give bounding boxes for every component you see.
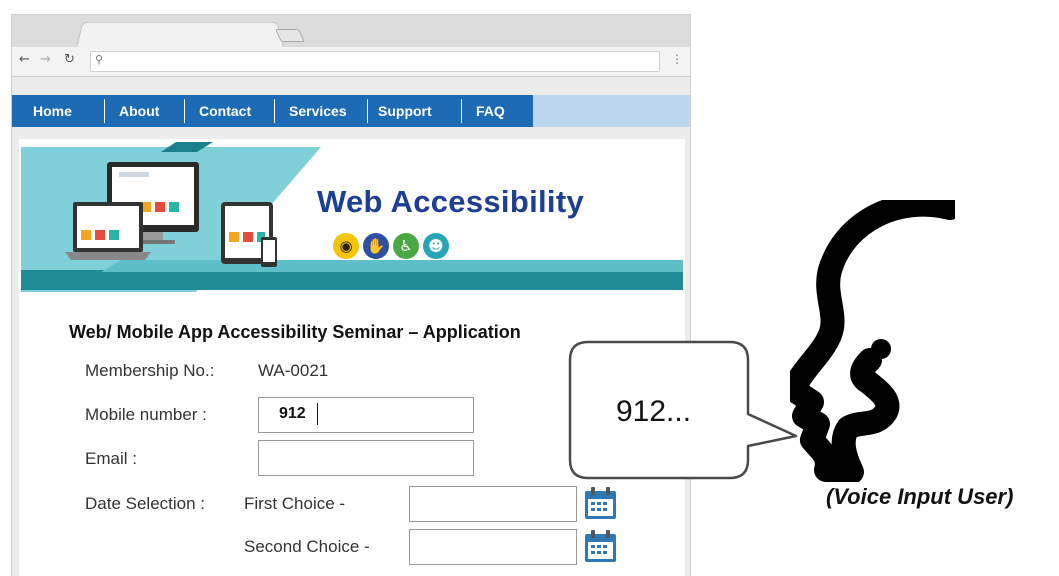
menu-dots-icon[interactable]: ⋮ — [671, 52, 683, 66]
nav-divider — [274, 99, 275, 123]
browser-tab[interactable] — [76, 21, 284, 48]
page-viewport: Home About Contact Services Support FAQ — [12, 77, 690, 576]
browser-toolbar: ← → ↻ ⚲ ⋮ — [12, 47, 690, 77]
voice-input-user-label: (Voice Input User) — [826, 484, 1014, 509]
email-label: Email : — [85, 449, 137, 468]
mobile-number-value: 912 — [279, 405, 306, 422]
sign-language-icon: ✋ — [363, 233, 389, 259]
speaking-head-icon — [790, 200, 955, 482]
new-tab-button[interactable] — [274, 29, 306, 42]
forward-arrow-icon[interactable]: → — [40, 52, 51, 67]
nav-support[interactable]: Support — [378, 95, 432, 127]
email-input[interactable] — [258, 440, 474, 476]
head-cognition-icon: ☻ — [423, 233, 449, 259]
banner-title: Web Accessibility — [317, 184, 584, 219]
membership-value: WA-0021 — [258, 361, 329, 380]
calendar-icon[interactable] — [583, 486, 618, 521]
nav-divider — [461, 99, 462, 123]
nav-services[interactable]: Services — [289, 95, 347, 127]
wheelchair-icon: ♿ — [393, 233, 419, 259]
date-selection-label: Date Selection : — [85, 494, 206, 513]
reload-icon[interactable]: ↻ — [64, 52, 75, 67]
text-caret — [317, 403, 318, 425]
nav-about[interactable]: About — [119, 95, 159, 127]
nav-divider — [104, 99, 105, 123]
speech-text: 912... — [616, 395, 692, 428]
search-icon: ⚲ — [95, 53, 104, 66]
nav-contact[interactable]: Contact — [199, 95, 251, 127]
mobile-label: Mobile number : — [85, 405, 207, 424]
second-choice-label: Second Choice - — [244, 537, 370, 556]
calendar-icon[interactable] — [583, 529, 618, 564]
nav-faq[interactable]: FAQ — [476, 95, 505, 127]
form-title: Web/ Mobile App Accessibility Seminar – … — [69, 322, 521, 342]
address-bar[interactable]: ⚲ — [90, 51, 660, 72]
second-choice-date-input[interactable] — [409, 529, 577, 565]
browser-window: ← → ↻ ⚲ ⋮ Home About Contact Services Su… — [11, 14, 691, 576]
membership-label: Membership No.: — [85, 361, 215, 380]
mobile-number-input[interactable]: 912 — [258, 397, 474, 433]
first-choice-date-input[interactable] — [409, 486, 577, 522]
site-nav: Home About Contact Services Support FAQ — [12, 95, 690, 127]
nav-home[interactable]: Home — [33, 95, 72, 127]
accessibility-banner: Web Accessibility ◉ ✋ ♿ ☻ — [21, 142, 683, 292]
first-choice-label: First Choice - — [244, 494, 346, 513]
site-nav-bar: Home About Contact Services Support FAQ — [12, 95, 533, 127]
nav-divider — [367, 99, 368, 123]
nav-divider — [184, 99, 185, 123]
tab-strip — [12, 15, 690, 48]
back-arrow-icon[interactable]: ← — [19, 52, 30, 67]
eye-icon: ◉ — [333, 233, 359, 259]
